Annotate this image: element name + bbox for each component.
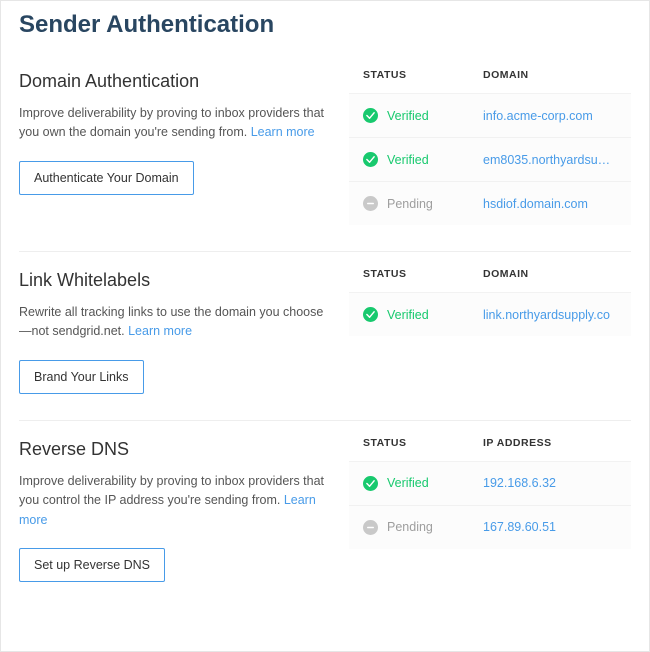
status-cell: Verified xyxy=(363,152,483,167)
dash-icon xyxy=(363,196,378,211)
table-header-row: STATUS IP ADDRESS xyxy=(349,431,631,461)
check-icon xyxy=(363,108,378,123)
table-header-row: STATUS DOMAIN xyxy=(349,262,631,292)
section-description: Improve deliverability by proving to inb… xyxy=(19,472,331,530)
authenticate-your-domain-button[interactable]: Authenticate Your Domain xyxy=(19,161,194,195)
table-row: Verified 192.168.6.32 xyxy=(349,461,631,505)
domain-link[interactable]: info.acme-corp.com xyxy=(483,109,617,123)
status-text: Verified xyxy=(387,308,429,322)
status-text: Verified xyxy=(387,476,429,490)
table-row: Verified em8035.northyardsupply.co xyxy=(349,137,631,181)
brand-your-links-button[interactable]: Brand Your Links xyxy=(19,360,144,394)
table-row: Verified info.acme-corp.com xyxy=(349,93,631,137)
section-table: STATUS DOMAIN Verified link.northyardsup… xyxy=(349,262,631,394)
section-left: Domain Authentication Improve deliverabi… xyxy=(19,63,349,225)
set-up-reverse-dns-button[interactable]: Set up Reverse DNS xyxy=(19,548,165,582)
column-header-status: STATUS xyxy=(363,437,483,449)
column-header-status: STATUS xyxy=(363,268,483,280)
column-header-ip: IP ADDRESS xyxy=(483,437,617,449)
page-title: Sender Authentication xyxy=(19,11,631,39)
domain-link[interactable]: link.northyardsupply.co xyxy=(483,308,617,322)
status-cell: Verified xyxy=(363,476,483,491)
status-cell: Verified xyxy=(363,307,483,322)
section-left: Reverse DNS Improve deliverability by pr… xyxy=(19,431,349,582)
table-row: Pending 167.89.60.51 xyxy=(349,505,631,549)
section-description: Rewrite all tracking links to use the do… xyxy=(19,303,331,342)
dash-icon xyxy=(363,520,378,535)
section-title: Reverse DNS xyxy=(19,439,331,460)
check-icon xyxy=(363,476,378,491)
section-description-text: Improve deliverability by proving to inb… xyxy=(19,474,324,507)
check-icon xyxy=(363,307,378,322)
column-header-status: STATUS xyxy=(363,69,483,81)
section-title: Link Whitelabels xyxy=(19,270,331,291)
section-table: STATUS DOMAIN Verified info.acme-corp.co… xyxy=(349,63,631,225)
status-cell: Pending xyxy=(363,520,483,535)
domain-link[interactable]: em8035.northyardsupply.co xyxy=(483,153,617,167)
column-header-domain: DOMAIN xyxy=(483,268,617,280)
column-header-domain: DOMAIN xyxy=(483,69,617,81)
table-row: Verified link.northyardsupply.co xyxy=(349,292,631,336)
section-domain-authentication: Domain Authentication Improve deliverabi… xyxy=(19,53,631,252)
ip-link[interactable]: 192.168.6.32 xyxy=(483,476,617,490)
domain-link[interactable]: hsdiof.domain.com xyxy=(483,197,617,211)
section-reverse-dns: Reverse DNS Improve deliverability by pr… xyxy=(19,421,631,608)
learn-more-link[interactable]: Learn more xyxy=(251,125,315,139)
section-table: STATUS IP ADDRESS Verified 192.168.6.32 … xyxy=(349,431,631,582)
section-left: Link Whitelabels Rewrite all tracking li… xyxy=(19,262,349,394)
status-text: Pending xyxy=(387,197,433,211)
status-text: Verified xyxy=(387,109,429,123)
status-cell: Verified xyxy=(363,108,483,123)
section-description: Improve deliverability by proving to inb… xyxy=(19,104,331,143)
table-header-row: STATUS DOMAIN xyxy=(349,63,631,93)
status-text: Pending xyxy=(387,520,433,534)
check-icon xyxy=(363,152,378,167)
status-cell: Pending xyxy=(363,196,483,211)
section-link-whitelabels: Link Whitelabels Rewrite all tracking li… xyxy=(19,252,631,421)
status-text: Verified xyxy=(387,153,429,167)
section-title: Domain Authentication xyxy=(19,71,331,92)
ip-link[interactable]: 167.89.60.51 xyxy=(483,520,617,534)
sender-auth-panel: Sender Authentication Domain Authenticat… xyxy=(0,0,650,652)
table-row: Pending hsdiof.domain.com xyxy=(349,181,631,225)
learn-more-link[interactable]: Learn more xyxy=(128,324,192,338)
